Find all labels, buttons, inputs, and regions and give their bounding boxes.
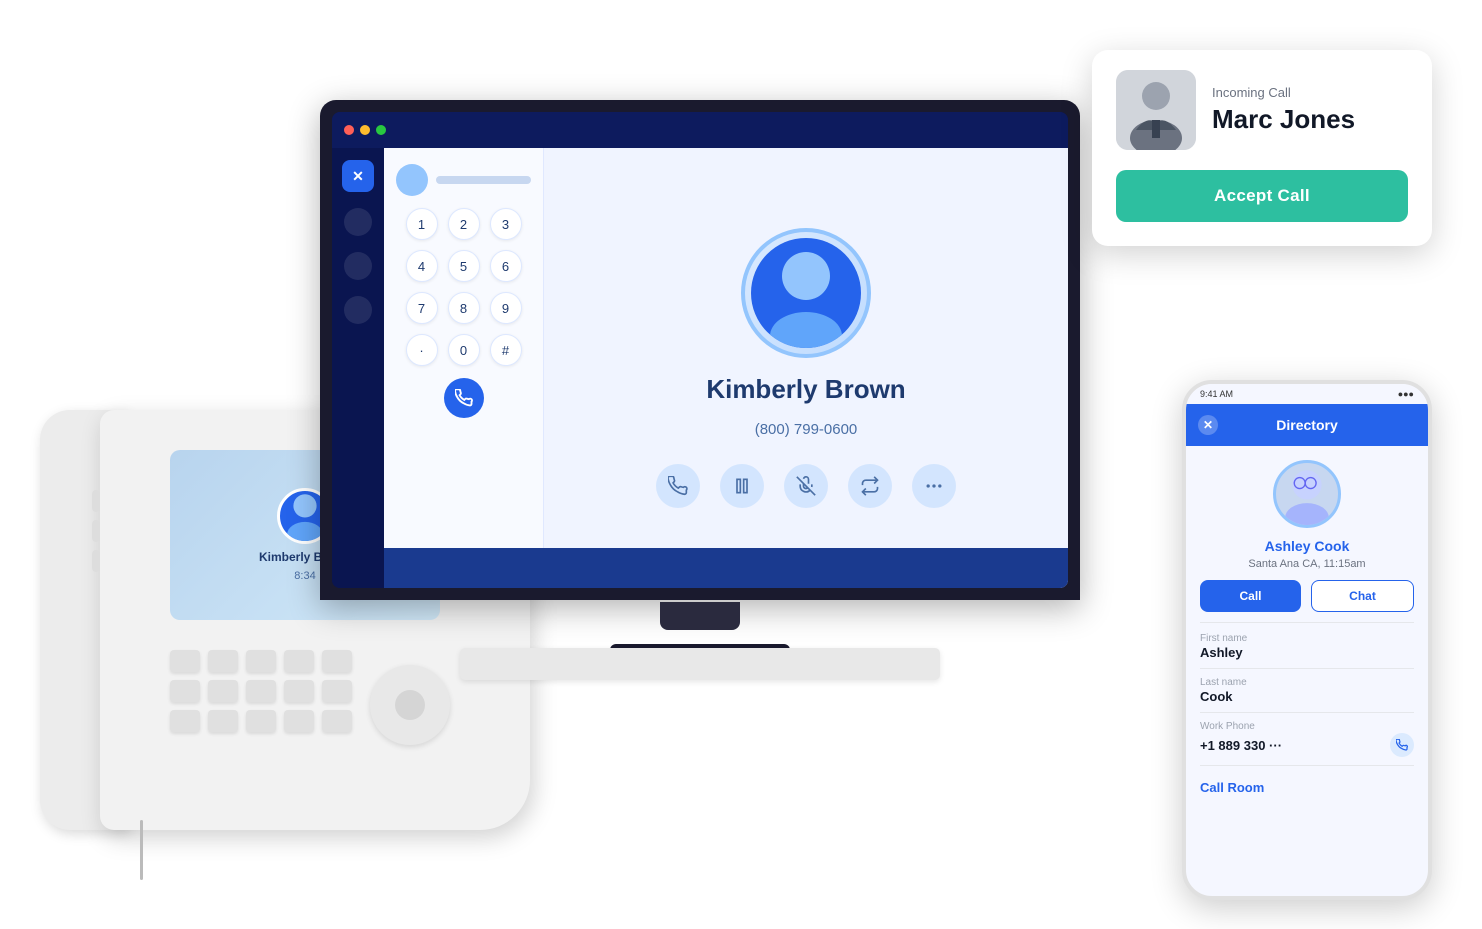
directory-contact-avatar: [1273, 460, 1341, 528]
dial-key-dot[interactable]: ·: [406, 334, 438, 366]
contact-action-pause[interactable]: [720, 464, 764, 508]
contact-action-transfer[interactable]: [848, 464, 892, 508]
first-name-label: First name: [1200, 633, 1414, 644]
accept-call-button[interactable]: Accept Call: [1116, 170, 1408, 222]
monitor-bezel: ✕ 1 2 3: [320, 100, 1080, 600]
divider-4: [1200, 765, 1414, 766]
directory-call-button[interactable]: Call: [1200, 580, 1301, 612]
phone-screen-status: 8:34: [294, 570, 315, 582]
app-topbar: [332, 112, 1068, 148]
divider-3: [1200, 712, 1414, 713]
work-phone-value: +1 889 330 ···: [1200, 738, 1282, 753]
phone-cord: [140, 820, 143, 880]
caller-avatar: [1116, 70, 1196, 150]
first-name-value: Ashley: [1200, 645, 1414, 660]
mobile-close-button[interactable]: ✕: [1198, 415, 1218, 435]
incoming-call-label: Incoming Call: [1212, 85, 1355, 100]
status-bar-icons: ●●●: [1398, 389, 1414, 399]
directory-chat-button[interactable]: Chat: [1311, 580, 1414, 612]
scene: Kimberly Brown 8:34: [0, 0, 1482, 929]
monitor-screen: ✕ 1 2 3: [332, 112, 1068, 588]
dial-call-button[interactable]: [444, 378, 484, 418]
dial-key-8[interactable]: 8: [448, 292, 480, 324]
dial-panel-avatar: [396, 164, 428, 196]
divider-2: [1200, 668, 1414, 669]
contact-avatar: [751, 238, 861, 348]
contact-panel: Kimberly Brown (800) 799-0600: [544, 148, 1068, 588]
last-name-value: Cook: [1200, 689, 1414, 704]
app-sidebar: ✕: [332, 148, 384, 588]
dial-key-9[interactable]: 9: [490, 292, 522, 324]
dial-key-5[interactable]: 5: [448, 250, 480, 282]
directory-contact-location: Santa Ana CA, 11:15am: [1248, 558, 1365, 570]
mobile-header-title: Directory: [1228, 417, 1386, 433]
dial-key-7[interactable]: 7: [406, 292, 438, 324]
status-bar-time: 9:41 AM: [1200, 389, 1233, 399]
work-phone-field: Work Phone +1 889 330 ···: [1200, 721, 1414, 757]
work-phone-label: Work Phone: [1200, 721, 1414, 732]
dial-avatar-row: [396, 164, 531, 196]
contact-phone: (800) 799-0600: [755, 421, 858, 438]
app-main: 1 2 3 4 5 6 7 8 9 · 0 #: [384, 148, 1068, 588]
bottom-bar: [384, 548, 1068, 588]
mobile-app: 9:41 AM ●●● ✕ Directory Ashley Cook Sant…: [1182, 380, 1432, 900]
dial-key-4[interactable]: 4: [406, 250, 438, 282]
call-room-button[interactable]: Call Room: [1200, 774, 1264, 801]
dial-panel: 1 2 3 4 5 6 7 8 9 · 0 #: [384, 148, 544, 588]
monitor-stand: [660, 602, 740, 630]
incoming-call-card: Incoming Call Marc Jones Accept Call: [1092, 50, 1432, 246]
topbar-dot-yellow: [360, 125, 370, 135]
first-name-field: First name Ashley: [1200, 633, 1414, 660]
monitor: ✕ 1 2 3: [320, 100, 1080, 680]
directory-fields: First name Ashley Last name Cook Work Ph…: [1200, 633, 1414, 801]
mobile-body: Ashley Cook Santa Ana CA, 11:15am Call C…: [1186, 446, 1428, 801]
dial-key-2[interactable]: 2: [448, 208, 480, 240]
divider-1: [1200, 622, 1414, 623]
app-logo: ✕: [342, 160, 374, 192]
sidebar-icon-1[interactable]: [344, 208, 372, 236]
dial-key-1[interactable]: 1: [406, 208, 438, 240]
caller-info: Incoming Call Marc Jones: [1212, 85, 1355, 135]
contact-actions: [656, 464, 956, 508]
mobile-header: ✕ Directory: [1186, 404, 1428, 446]
topbar-dot-red: [344, 125, 354, 135]
contact-avatar-wrap: [741, 228, 871, 358]
work-phone-call-icon[interactable]: [1390, 733, 1414, 757]
topbar-dot-green: [376, 125, 386, 135]
contact-name: Kimberly Brown: [706, 374, 905, 405]
dial-key-0[interactable]: 0: [448, 334, 480, 366]
dial-key-6[interactable]: 6: [490, 250, 522, 282]
mobile-statusbar: 9:41 AM ●●●: [1186, 384, 1428, 404]
contact-action-call[interactable]: [656, 464, 700, 508]
directory-actions: Call Chat: [1200, 580, 1414, 612]
dial-key-hash[interactable]: #: [490, 334, 522, 366]
sidebar-icon-2[interactable]: [344, 252, 372, 280]
contact-action-mute[interactable]: [784, 464, 828, 508]
work-phone-row: +1 889 330 ···: [1200, 733, 1414, 757]
last-name-field: Last name Cook: [1200, 677, 1414, 704]
directory-contact-name: Ashley Cook: [1265, 538, 1350, 554]
keyboard: [460, 648, 940, 680]
incoming-call-header: Incoming Call Marc Jones: [1116, 70, 1408, 150]
sidebar-icon-3[interactable]: [344, 296, 372, 324]
dial-name-bar: [436, 176, 531, 184]
contact-action-more[interactable]: [912, 464, 956, 508]
dial-key-3[interactable]: 3: [490, 208, 522, 240]
caller-name: Marc Jones: [1212, 104, 1355, 135]
dial-grid: 1 2 3 4 5 6 7 8 9 · 0 #: [406, 208, 522, 366]
last-name-label: Last name: [1200, 677, 1414, 688]
